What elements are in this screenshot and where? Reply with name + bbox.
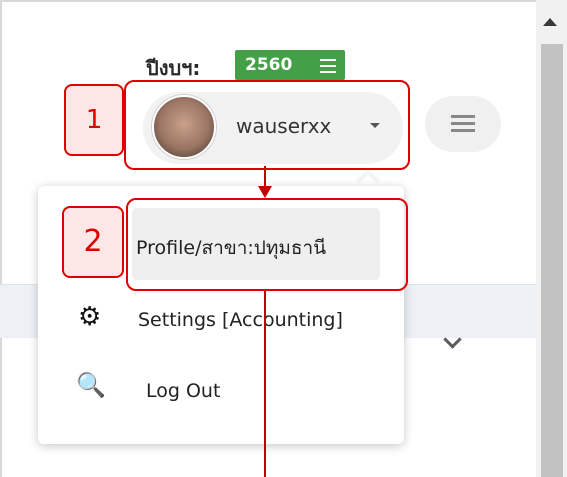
menu-item-settings[interactable]: Settings [Accounting] (138, 309, 343, 331)
annotation-step-1-badge: 1 (64, 84, 124, 156)
annotation-box-user-menu (124, 80, 410, 170)
fiscal-year-badge[interactable]: 2560 (235, 50, 345, 80)
hamburger-icon (451, 115, 475, 118)
scroll-thumb[interactable] (541, 44, 563, 477)
window-top-border (0, 0, 536, 2)
fiscal-year-value: 2560 (245, 55, 293, 75)
annotation-arrow-down-icon (258, 186, 272, 198)
gear-icon: ⚙ (78, 302, 102, 332)
window-left-border (0, 0, 2, 477)
key-icon: 🔍 (76, 371, 106, 399)
annotation-box-profile (126, 198, 408, 291)
menu-item-logout[interactable]: Log Out (146, 380, 220, 402)
annotation-step-2-badge: 2 (62, 206, 124, 278)
scroll-up-arrow-icon[interactable] (543, 18, 557, 26)
hamburger-icon (320, 59, 336, 61)
annotation-connector-line-lower (264, 290, 266, 477)
main-menu-button[interactable] (425, 96, 501, 152)
